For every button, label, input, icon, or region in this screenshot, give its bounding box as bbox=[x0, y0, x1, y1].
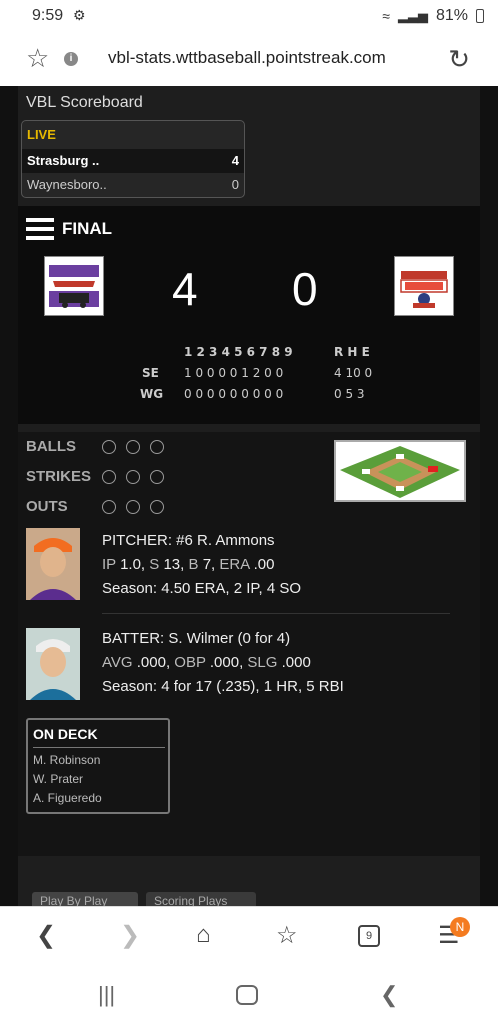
home-score: 0 bbox=[292, 263, 318, 315]
live-team-score: 4 bbox=[231, 153, 239, 168]
system-back-icon[interactable]: ❮ bbox=[380, 982, 398, 1008]
back-icon[interactable]: ❮ bbox=[36, 921, 56, 950]
batter-photo bbox=[26, 628, 80, 700]
live-team-name: Waynesboro.. bbox=[27, 177, 107, 192]
strikes-indicator bbox=[102, 470, 164, 484]
site-info-icon[interactable]: i bbox=[64, 52, 78, 66]
notification-icon: ⚙ bbox=[73, 7, 86, 23]
divider bbox=[33, 747, 165, 748]
live-team-score: 0 bbox=[231, 177, 239, 192]
outs-indicator bbox=[102, 500, 164, 514]
balls-indicator bbox=[102, 440, 164, 454]
outs-label: OUTS bbox=[26, 498, 68, 515]
away-score: 4 bbox=[172, 263, 198, 315]
linescore-innings: 1 0 0 0 0 1 2 0 0 bbox=[184, 366, 284, 380]
avg-value: .000, bbox=[136, 654, 171, 671]
live-team-name: Strasburg .. bbox=[27, 153, 100, 168]
live-row-away: Strasburg .. 4 bbox=[22, 149, 244, 173]
slg-value: .000 bbox=[281, 654, 311, 671]
battery-level: 81% bbox=[435, 7, 468, 24]
home-icon[interactable]: ⌂ bbox=[196, 921, 211, 949]
away-team-logo bbox=[44, 256, 104, 316]
status-bar: 9:59 ⚙ ≈ ▂▃▅ 81% bbox=[0, 0, 498, 34]
notification-badge: N bbox=[450, 917, 470, 937]
recent-apps-icon[interactable]: ||| bbox=[98, 982, 115, 1008]
pitcher-photo bbox=[26, 528, 80, 600]
linescore-team: SE bbox=[142, 366, 159, 380]
home-button-icon[interactable] bbox=[236, 985, 258, 1005]
battery-icon bbox=[476, 9, 484, 23]
balls-label: BALLS bbox=[26, 438, 76, 455]
avg-label: AVG bbox=[102, 654, 133, 671]
game-status: FINAL bbox=[62, 219, 113, 238]
divider bbox=[102, 613, 450, 614]
signal-icon: ▂▃▅ bbox=[397, 8, 428, 23]
era-value: .00 bbox=[253, 556, 275, 573]
live-count-section: BALLS STRIKES OUTS PITCHER: #6 R. Ammons… bbox=[18, 432, 480, 856]
live-label: LIVE bbox=[27, 127, 56, 142]
scoreboard-title: VBL Scoreboard bbox=[26, 94, 143, 111]
batter-stats: AVG .000, OBP .000, SLG .000 bbox=[102, 654, 311, 671]
s-value: 13, bbox=[163, 556, 185, 573]
wifi-icon: ≈ bbox=[382, 8, 390, 24]
web-content: VBL Scoreboard LIVE Strasburg .. 4 Wayne… bbox=[0, 86, 498, 906]
address-bar: ☆ i vbl-stats.wttbaseball.pointstreak.co… bbox=[0, 34, 498, 86]
on-deck-player: M. Robinson bbox=[33, 753, 101, 767]
b-value: 7, bbox=[202, 556, 216, 573]
obp-label: OBP bbox=[174, 654, 206, 671]
status-right: ≈ ▂▃▅ 81% bbox=[382, 7, 484, 25]
tab-play-by-play[interactable]: Play By Play bbox=[32, 892, 138, 906]
reload-icon[interactable]: ↻ bbox=[448, 44, 470, 75]
batter-title: BATTER: S. Wilmer (0 for 4) bbox=[102, 630, 291, 647]
pitcher-title: PITCHER: #6 R. Ammons bbox=[102, 532, 275, 549]
linescore-rhe: 0 5 3 bbox=[334, 387, 365, 401]
menu-icon[interactable] bbox=[26, 218, 54, 240]
strikes-label: STRIKES bbox=[26, 468, 92, 485]
linescore-innings: 0 0 0 0 0 0 0 0 0 bbox=[184, 387, 284, 401]
batter-season: Season: 4 for 17 (.235), 1 HR, 5 RBI bbox=[102, 678, 344, 695]
on-deck-title: ON DECK bbox=[33, 726, 98, 742]
live-game-card[interactable]: LIVE Strasburg .. 4 Waynesboro.. 0 bbox=[21, 120, 245, 198]
scoreboard-panel: VBL Scoreboard LIVE Strasburg .. 4 Wayne… bbox=[18, 86, 480, 906]
on-deck-player: A. Figueredo bbox=[33, 791, 102, 805]
live-row-home: Waynesboro.. 0 bbox=[22, 173, 244, 197]
tabs-count-icon[interactable]: 9 bbox=[358, 925, 380, 947]
s-label: S bbox=[149, 556, 160, 573]
forward-icon[interactable]: ❯ bbox=[120, 921, 140, 950]
baseball-field-diagram bbox=[334, 440, 466, 502]
linescore-rhe: 4 10 0 bbox=[334, 366, 373, 380]
browser-toolbar: ❮ ❯ ⌂ ☆ 9 ☰ N bbox=[0, 906, 498, 968]
url-field[interactable]: vbl-stats.wttbaseball.pointstreak.com bbox=[108, 48, 386, 68]
pitcher-stats: IP 1.0, S 13, B 7, ERA .00 bbox=[102, 556, 274, 573]
bookmark-star-icon[interactable]: ☆ bbox=[26, 45, 49, 71]
innings-header: 1 2 3 4 5 6 7 8 9 bbox=[184, 345, 293, 359]
era-label: ERA bbox=[219, 556, 250, 573]
on-deck-box: ON DECK M. Robinson W. Prater A. Figuere… bbox=[26, 718, 170, 814]
game-header: FINAL 4 0 1 2 3 4 5 6 7 8 9 R H E SE 1 0… bbox=[18, 206, 480, 424]
b-label: B bbox=[188, 556, 199, 573]
ip-label: IP bbox=[102, 556, 116, 573]
home-team-logo bbox=[394, 256, 454, 316]
system-nav-bar: ||| ❮ bbox=[0, 968, 498, 1023]
status-time: 9:59 bbox=[32, 7, 64, 24]
bookmarks-icon[interactable]: ☆ bbox=[276, 921, 298, 950]
ip-value: 1.0, bbox=[120, 556, 146, 573]
on-deck-player: W. Prater bbox=[33, 772, 84, 786]
rhe-header: R H E bbox=[334, 345, 370, 359]
tab-scoring-plays[interactable]: Scoring Plays bbox=[146, 892, 256, 906]
obp-value: .000, bbox=[209, 654, 244, 671]
pitcher-season: Season: 4.50 ERA, 2 IP, 4 SO bbox=[102, 580, 302, 597]
slg-label: SLG bbox=[247, 654, 278, 671]
linescore-team: WG bbox=[140, 387, 164, 401]
